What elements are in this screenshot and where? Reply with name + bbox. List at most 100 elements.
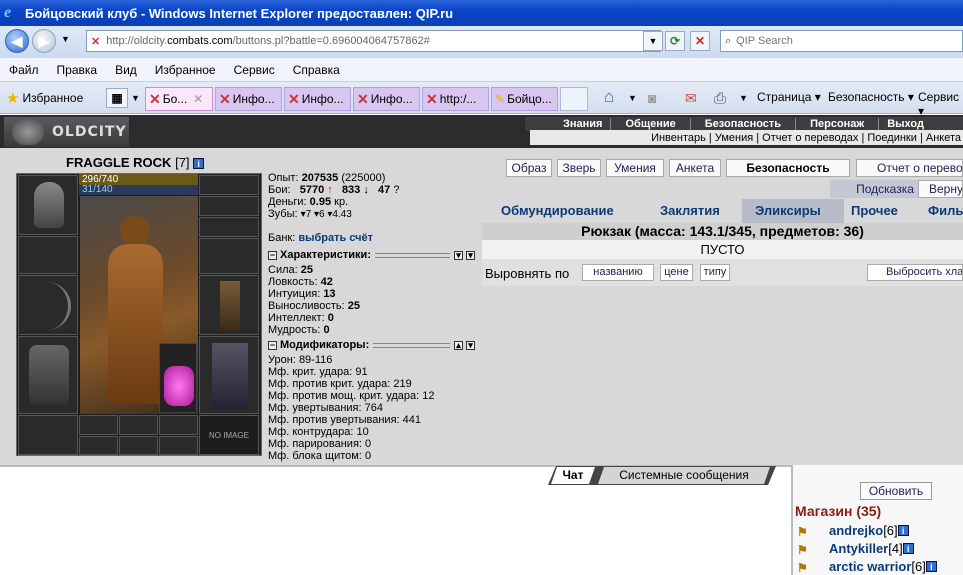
tab-http[interactable]: ✕ http:/... — [422, 87, 489, 111]
transfer-report-button[interactable]: Отчет о переводах — [856, 159, 963, 177]
rune-slot-5[interactable] — [119, 436, 158, 455]
game-submenu[interactable]: Инвентарь | Умения | Отчет о переводах |… — [530, 130, 963, 145]
scroll-icon[interactable]: ▾ — [466, 340, 475, 350]
pet-slot[interactable] — [159, 343, 197, 413]
online-player[interactable]: ⚑ Antykiller [4] i — [797, 541, 914, 557]
menu-edit[interactable]: Правка — [48, 63, 107, 77]
tab-info-1[interactable]: ✕ Инфо... — [215, 87, 282, 111]
tab-filter[interactable]: Фильтр — [928, 203, 963, 218]
tab-spells[interactable]: Заклятия — [660, 203, 720, 218]
quick-tabs-icon[interactable]: ▦ — [106, 88, 128, 108]
info-icon[interactable]: i — [925, 561, 937, 572]
info-icon[interactable]: i — [897, 525, 909, 536]
room-title: Магазин (35) — [795, 503, 882, 519]
print-icon[interactable]: ⎙ — [714, 90, 726, 107]
menu-communication[interactable]: Общение — [610, 118, 689, 130]
security-button[interactable]: Безопасность — [726, 159, 850, 177]
armor-slot[interactable] — [18, 336, 78, 414]
up-arrow-icon[interactable]: ▴ — [454, 340, 463, 350]
history-dropdown-icon[interactable]: ▼ — [61, 34, 70, 44]
menu-character[interactable]: Персонаж — [795, 118, 878, 130]
info-icon[interactable]: i — [902, 543, 914, 554]
security-menu[interactable]: Безопасность ▾ — [828, 90, 914, 104]
online-player[interactable]: ⚑ andrejko [6] i — [797, 523, 909, 539]
modifiers-header[interactable]: − Модификаторы: ▴ ▾ — [268, 339, 478, 351]
search-input[interactable]: ⌕ QIP Search — [720, 30, 963, 52]
mail-icon[interactable]: ✉ — [685, 90, 697, 107]
tab-info-2[interactable]: ✕ Инфо... — [284, 87, 351, 111]
amulet-slot[interactable] — [199, 196, 259, 216]
sort-by-price-button[interactable]: цене — [660, 264, 693, 281]
bracers-slot[interactable] — [18, 236, 78, 274]
url-domain: combats.com — [167, 35, 233, 47]
chat-tab[interactable]: Чат — [551, 467, 595, 484]
url-field[interactable]: ✕ http://oldcity. combats.com/buttons.pl?… — [86, 30, 661, 52]
skills-button[interactable]: Умения — [606, 159, 664, 177]
boots-slot[interactable]: NO IMAGE — [199, 415, 259, 455]
refresh-icon[interactable]: ⟳ — [665, 31, 685, 51]
menu-security[interactable]: Безопасность — [689, 118, 795, 130]
tab-info-3[interactable]: ✕ Инфо... — [353, 87, 420, 111]
sort-by-name-button[interactable]: названию — [582, 264, 654, 281]
tab-other[interactable]: Прочее — [851, 203, 898, 218]
sort-by-type-button[interactable]: типу — [700, 264, 730, 281]
rune-slot-1[interactable] — [79, 415, 118, 435]
url-dropdown-button[interactable]: ▼ — [643, 31, 663, 51]
teeth-label: Зубы: — [268, 208, 298, 220]
obraz-button[interactable]: Образ — [506, 159, 552, 177]
gloves-slot[interactable] — [199, 238, 259, 274]
home-dropdown-icon[interactable]: ▼ — [628, 93, 637, 103]
forward-button[interactable]: ▶ — [32, 29, 56, 53]
characteristics-header[interactable]: − Характеристики: ▾ ▾ — [268, 249, 478, 261]
down-arrow-icon[interactable]: ▾ — [454, 250, 463, 260]
stop-icon[interactable]: ✕ — [690, 31, 710, 51]
tab-equipment[interactable]: Обмундирование — [501, 203, 614, 218]
online-player[interactable]: ⚑ arctic warrior [6] i — [797, 559, 937, 575]
home-icon[interactable]: ⌂ — [604, 87, 614, 107]
bank-link[interactable]: выбрать счёт — [298, 232, 373, 244]
info-icon[interactable]: i — [193, 158, 205, 169]
rune-slot-2[interactable] — [119, 415, 158, 435]
menu-knowledge[interactable]: Знания — [525, 118, 610, 130]
player-name[interactable]: andrejko — [829, 523, 883, 538]
tab-combats-active[interactable]: ✕ Бо... ✕ — [145, 87, 213, 111]
close-tab-icon[interactable]: ✕ — [193, 92, 203, 106]
collapse-icon[interactable]: − — [268, 250, 277, 260]
menu-favorites[interactable]: Избранное — [146, 63, 225, 77]
favorites-button[interactable]: ★ Избранное — [6, 89, 83, 107]
pants-slot[interactable] — [199, 336, 259, 414]
tab-boitso[interactable]: ✎ Бойцо... — [491, 87, 558, 111]
profile-button[interactable]: Анкета — [669, 159, 721, 177]
rune-slot-3[interactable] — [159, 415, 198, 435]
rune-slot-6[interactable] — [159, 436, 198, 455]
player-name[interactable]: arctic warrior — [829, 559, 911, 574]
scroll-icon[interactable]: ▾ — [466, 250, 475, 260]
helmet-slot[interactable] — [18, 175, 78, 235]
menu-tools[interactable]: Сервис — [225, 63, 284, 77]
back-game-button[interactable]: Вернуться — [918, 180, 963, 198]
refresh-button[interactable]: Обновить — [860, 482, 932, 500]
service-menu[interactable]: Сервис ▾ — [918, 90, 963, 118]
player-name[interactable]: Antykiller — [829, 541, 888, 556]
quiver-slot[interactable] — [199, 275, 259, 335]
collapse-icon[interactable]: − — [268, 340, 277, 350]
system-messages-tab[interactable]: Системные сообщения — [598, 467, 770, 484]
print-dropdown-icon[interactable]: ▼ — [739, 93, 748, 103]
weapon-slot[interactable] — [18, 275, 78, 335]
tab-elixirs[interactable]: Эликсиры — [755, 203, 821, 218]
drop-junk-button[interactable]: Выбросить хлам — [867, 264, 963, 281]
pet-button[interactable]: Зверь — [557, 159, 601, 177]
menu-file[interactable]: Файл — [0, 63, 48, 77]
rss-icon[interactable]: ◙ — [648, 90, 656, 106]
menu-help[interactable]: Справка — [284, 63, 349, 77]
earring-slot[interactable] — [199, 175, 259, 195]
menu-view[interactable]: Вид — [106, 63, 146, 77]
rune-slot-4[interactable] — [79, 436, 118, 455]
tab-list-dropdown-icon[interactable]: ▼ — [131, 93, 140, 103]
page-menu[interactable]: Страница ▾ — [757, 90, 821, 104]
back-button[interactable]: ◀ — [5, 29, 29, 53]
rings-slot[interactable] — [199, 217, 259, 237]
new-tab-button[interactable] — [560, 87, 588, 111]
menu-exit[interactable]: Выход — [878, 118, 932, 130]
belt-slot[interactable] — [18, 415, 78, 455]
